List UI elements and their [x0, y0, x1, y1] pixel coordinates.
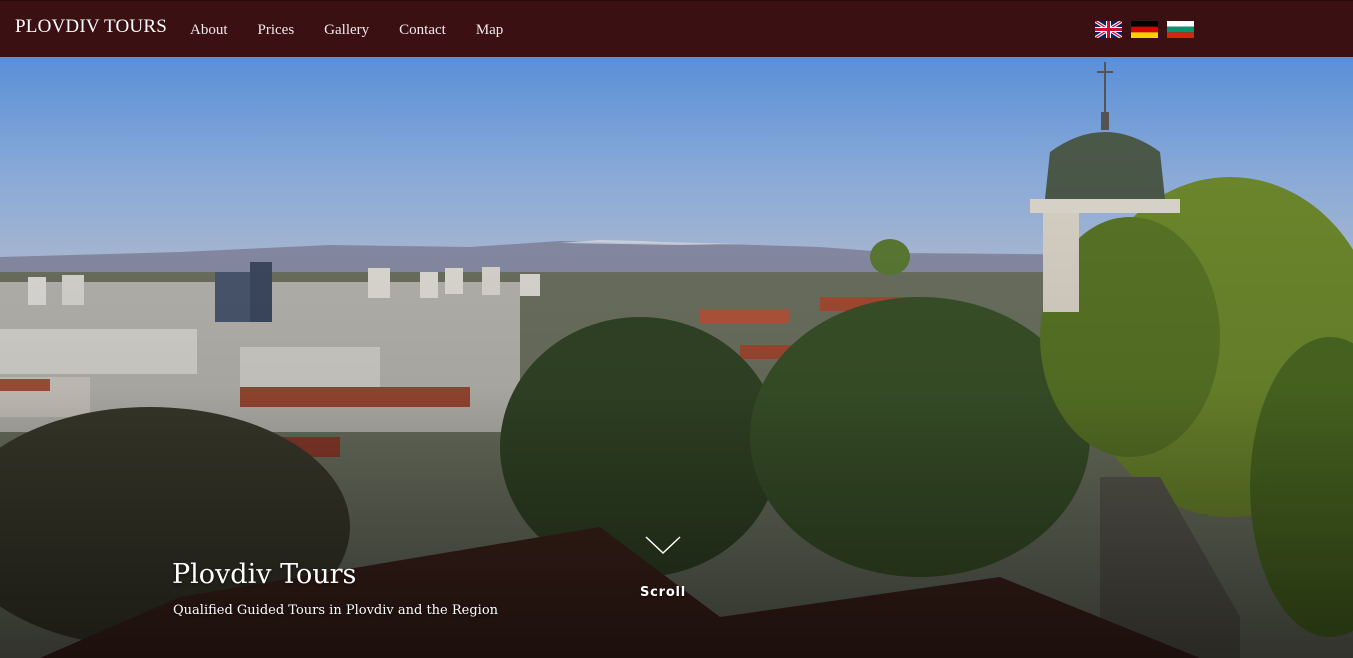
german-flag-icon[interactable]	[1131, 21, 1158, 38]
nav-about[interactable]: About	[190, 22, 228, 38]
nav-gallery[interactable]: Gallery	[324, 22, 369, 38]
language-switcher	[1095, 21, 1194, 38]
hero-title: Plovdiv Tours	[172, 559, 357, 590]
chevron-down-icon	[645, 536, 681, 555]
uk-flag-icon[interactable]	[1095, 21, 1122, 38]
bulgarian-flag-icon[interactable]	[1167, 21, 1194, 38]
hero-subtitle: Qualified Guided Tours in Plovdiv and th…	[173, 603, 499, 618]
nav-prices[interactable]: Prices	[258, 22, 295, 38]
nav-contact[interactable]: Contact	[399, 22, 446, 38]
top-navbar: PLOVDIV TOURS About Prices Gallery Conta…	[0, 0, 1353, 57]
hero-section: Plovdiv Tours Qualified Guided Tours in …	[0, 57, 1353, 658]
nav-map[interactable]: Map	[476, 22, 504, 38]
scroll-label: Scroll	[639, 585, 687, 600]
brand-link[interactable]: PLOVDIV TOURS	[15, 16, 167, 38]
main-nav: About Prices Gallery Contact Map	[190, 19, 533, 39]
scroll-button[interactable]: Scroll	[630, 535, 696, 605]
